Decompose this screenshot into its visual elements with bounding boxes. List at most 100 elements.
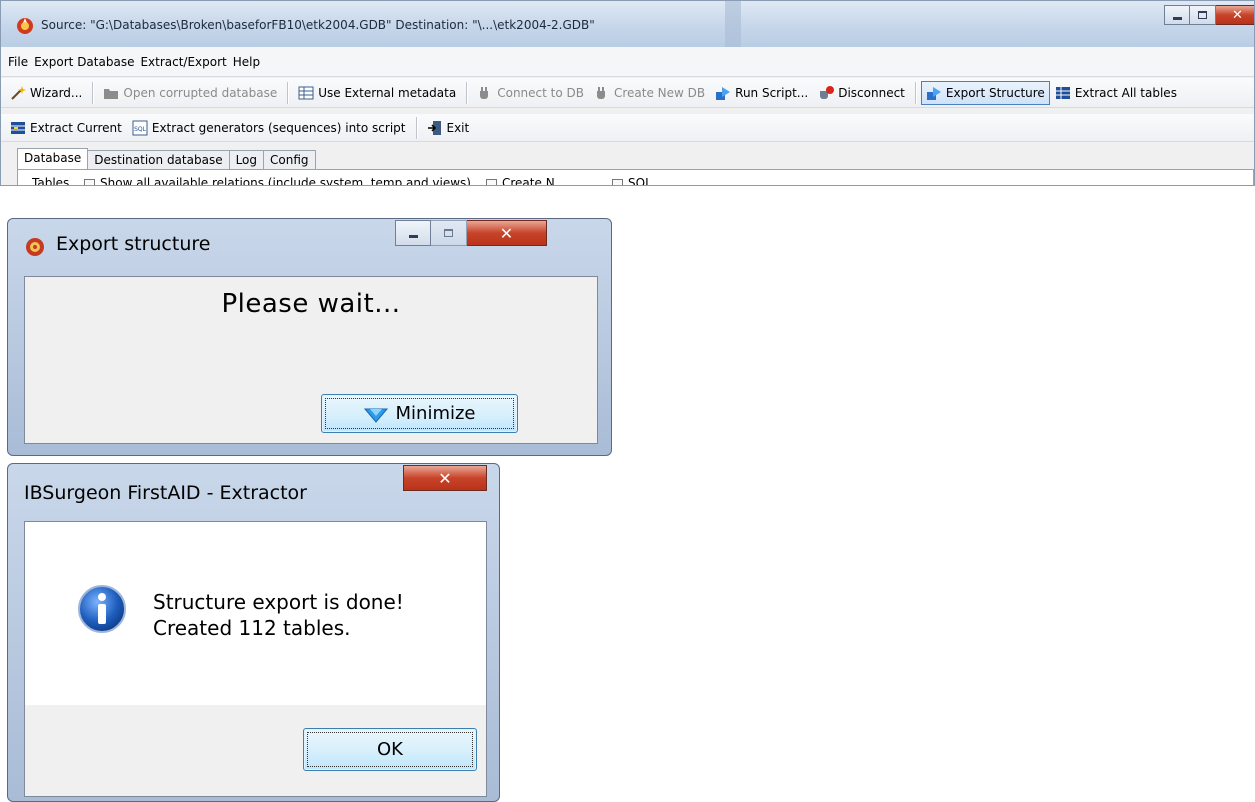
toolbar-separator bbox=[914, 81, 916, 104]
main-caption-buttons: ✕ bbox=[1164, 5, 1254, 25]
create-n-label: Create N bbox=[502, 176, 555, 186]
message-line-2: Created 112 tables. bbox=[153, 616, 351, 640]
exit-door-icon bbox=[427, 120, 441, 135]
disconnect-button[interactable]: Disconnect bbox=[813, 81, 910, 105]
use-external-metadata-label: Use External metadata bbox=[318, 85, 457, 100]
gear-icon bbox=[26, 238, 44, 256]
title-decoration bbox=[725, 1, 741, 47]
table-icon bbox=[298, 86, 314, 99]
message-caption-buttons: ✕ bbox=[403, 465, 487, 491]
use-external-metadata-button[interactable]: Use External metadata bbox=[293, 81, 461, 105]
wand-icon bbox=[11, 85, 26, 100]
main-window: Source: "G:\Databases\Broken\baseforFB10… bbox=[0, 0, 1255, 186]
ok-button[interactable]: OK bbox=[303, 728, 477, 771]
please-wait-text: Please wait... bbox=[221, 289, 401, 319]
tab-database[interactable]: Database bbox=[17, 148, 89, 169]
show-all-relations-label: Show all available relations (include sy… bbox=[100, 176, 471, 186]
sql-icon: SQL bbox=[132, 120, 148, 135]
toolbar-separator bbox=[92, 81, 94, 104]
minimize-label: Minimize bbox=[395, 403, 476, 424]
export-dialog-maximize-button bbox=[431, 220, 467, 246]
main-toolbar: Wizard... Open corrupted database Use Ex… bbox=[1, 78, 1254, 108]
menu-export-database[interactable]: Export Database bbox=[31, 55, 137, 69]
export-structure-dialog: Export structure ✕ Please wait... Minimi… bbox=[7, 218, 612, 456]
menubar: File Export Database Extract/Export Help bbox=[1, 47, 1254, 77]
maximize-glyph-icon bbox=[1198, 11, 1207, 19]
extract-tables-icon bbox=[1055, 86, 1070, 99]
extract-all-tables-label: Extract All tables bbox=[1074, 85, 1177, 100]
message-dialog-title: IBSurgeon FirstAID - Extractor bbox=[24, 482, 307, 504]
connect-to-db-button[interactable]: Connect to DB bbox=[472, 81, 589, 105]
minimize-button[interactable]: Minimize bbox=[321, 394, 518, 433]
extract-current-button[interactable]: Extract Current bbox=[5, 116, 127, 140]
plug-icon bbox=[596, 86, 605, 99]
connect-to-db-label: Connect to DB bbox=[497, 85, 584, 100]
plug-icon bbox=[480, 86, 489, 99]
message-dialog-body: Structure export is done! Created 112 ta… bbox=[24, 521, 487, 797]
toolbar-separator bbox=[415, 116, 417, 139]
run-script-icon bbox=[716, 86, 731, 100]
disconnect-icon bbox=[820, 85, 835, 99]
toolbar-separator bbox=[466, 81, 468, 104]
message-dialog-close-button[interactable]: ✕ bbox=[403, 465, 487, 491]
run-script-label: Run Script... bbox=[735, 85, 809, 100]
wizard-label: Wizard... bbox=[30, 85, 83, 100]
menu-file[interactable]: File bbox=[5, 55, 31, 69]
main-minimize-button[interactable] bbox=[1164, 5, 1190, 25]
message-dialog: IBSurgeon FirstAID - Extractor ✕ Structu… bbox=[7, 463, 500, 802]
main-close-button[interactable]: ✕ bbox=[1216, 5, 1254, 25]
tab-destination-database[interactable]: Destination database bbox=[87, 150, 230, 169]
main-maximize-button[interactable] bbox=[1190, 5, 1216, 25]
info-icon bbox=[78, 585, 126, 633]
show-all-relations-checkbox[interactable] bbox=[84, 179, 95, 185]
extract-generators-label: Extract generators (sequences) into scri… bbox=[151, 120, 406, 135]
tab-panel-database: Tables Show all available relations (inc… bbox=[17, 169, 1254, 186]
create-new-db-button[interactable]: Create New DB bbox=[589, 81, 710, 105]
close-icon: ✕ bbox=[499, 223, 514, 243]
exit-button[interactable]: Exit bbox=[422, 116, 475, 140]
close-icon: ✕ bbox=[438, 468, 452, 488]
close-icon: ✕ bbox=[1232, 7, 1243, 23]
export-structure-icon bbox=[926, 86, 941, 100]
minimize-glyph-icon bbox=[1172, 16, 1182, 20]
sql-label: SQL bbox=[628, 176, 652, 186]
open-corrupted-label: Open corrupted database bbox=[123, 85, 278, 100]
ok-label: OK bbox=[377, 739, 403, 760]
exit-label: Exit bbox=[446, 120, 470, 135]
create-n-checkbox[interactable] bbox=[486, 179, 497, 185]
export-caption-buttons: ✕ bbox=[395, 220, 547, 246]
export-dialog-minimize-button[interactable] bbox=[395, 220, 431, 246]
tab-config[interactable]: Config bbox=[263, 150, 316, 169]
folder-icon bbox=[104, 88, 119, 99]
create-new-db-label: Create New DB bbox=[613, 85, 706, 100]
app-icon bbox=[17, 18, 33, 34]
wizard-button[interactable]: Wizard... bbox=[5, 81, 87, 105]
export-dialog-body: Please wait... Minimize bbox=[24, 276, 598, 444]
main-window-title: Source: "G:\Databases\Broken\baseforFB10… bbox=[41, 18, 595, 32]
svg-text:SQL: SQL bbox=[134, 126, 147, 133]
extract-generators-button[interactable]: SQL Extract generators (sequences) into … bbox=[127, 116, 411, 140]
tables-label: Tables bbox=[32, 176, 70, 186]
tab-strip: Database Destination database Log Config bbox=[17, 148, 316, 169]
disconnect-label: Disconnect bbox=[838, 85, 905, 100]
run-script-button[interactable]: Run Script... bbox=[710, 81, 813, 105]
menu-extract-export[interactable]: Extract/Export bbox=[137, 55, 229, 69]
extract-current-label: Extract Current bbox=[30, 120, 122, 135]
export-dialog-close-button[interactable]: ✕ bbox=[467, 220, 547, 246]
down-arrow-icon bbox=[363, 408, 388, 423]
toolbar-separator bbox=[287, 81, 289, 104]
sql-checkbox[interactable] bbox=[612, 179, 623, 185]
menu-help[interactable]: Help bbox=[230, 55, 263, 69]
maximize-glyph-icon bbox=[444, 229, 453, 237]
main-titlebar[interactable]: Source: "G:\Databases\Broken\baseforFB10… bbox=[1, 1, 1254, 47]
export-structure-button[interactable]: Export Structure bbox=[920, 80, 1050, 105]
open-corrupted-database-button[interactable]: Open corrupted database bbox=[98, 81, 282, 105]
secondary-toolbar: Extract Current SQL Extract generators (… bbox=[1, 114, 1254, 142]
extract-current-icon bbox=[11, 121, 25, 134]
export-structure-label: Export Structure bbox=[945, 85, 1045, 100]
tab-log[interactable]: Log bbox=[228, 150, 265, 169]
export-dialog-title: Export structure bbox=[56, 233, 211, 255]
minimize-glyph-icon bbox=[408, 234, 418, 238]
extract-all-tables-button[interactable]: Extract All tables bbox=[1050, 81, 1182, 105]
message-line-1: Structure export is done! bbox=[153, 590, 404, 614]
